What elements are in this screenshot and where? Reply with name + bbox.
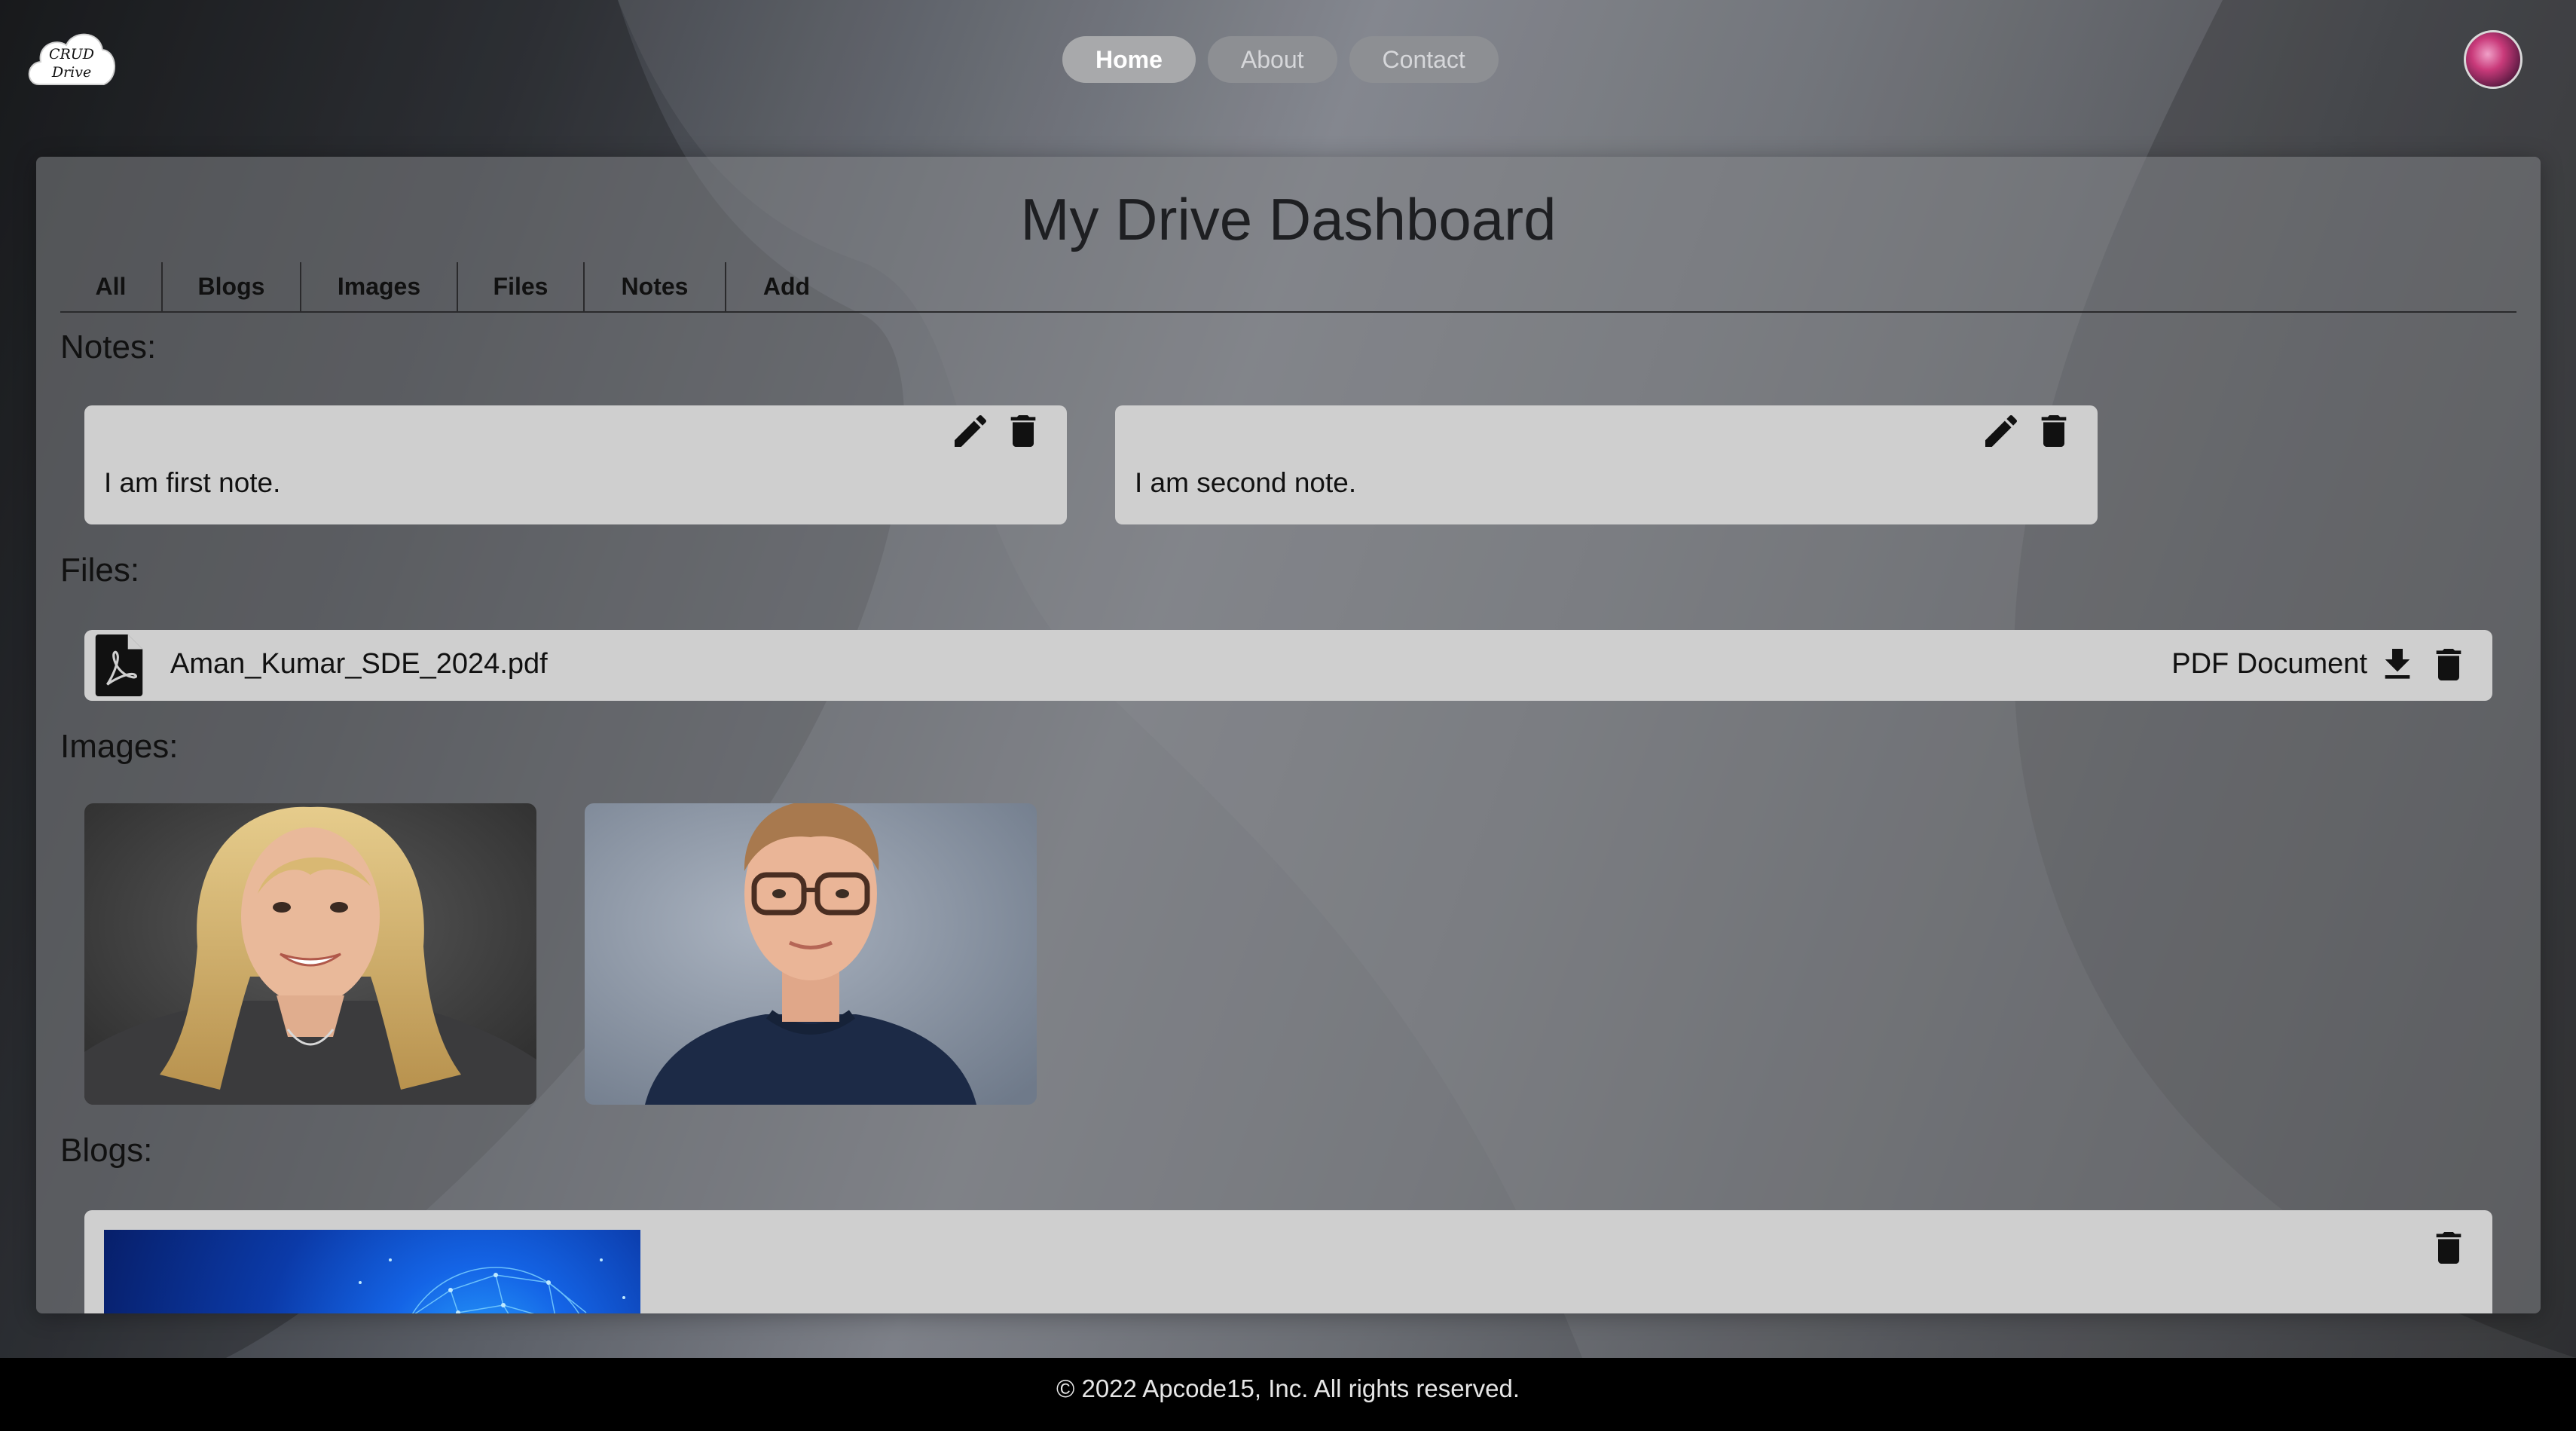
- footer-copyright: © 2022 Apcode15, Inc. All rights reserve…: [1056, 1374, 1520, 1402]
- trash-icon[interactable]: [2033, 410, 2075, 452]
- file-type: PDF Document: [2171, 648, 2367, 680]
- nav-contact-label: Contact: [1382, 45, 1465, 73]
- tab-add[interactable]: Add: [726, 262, 847, 311]
- tab-label: Images: [337, 273, 421, 300]
- note-card: I am first note.: [84, 405, 1067, 524]
- pdf-file-icon: [95, 634, 143, 696]
- svg-text:Drive: Drive: [51, 64, 91, 81]
- nav-home[interactable]: Home: [1062, 36, 1196, 83]
- svg-text:CRUD: CRUD: [49, 46, 94, 63]
- portrait-man-image[interactable]: [585, 803, 1037, 1105]
- tab-label: Files: [493, 273, 549, 300]
- tab-label: Add: [762, 273, 811, 300]
- files-section-label: Files:: [60, 552, 140, 589]
- pencil-icon[interactable]: [1980, 410, 2022, 452]
- file-name: Aman_Kumar_SDE_2024.pdf: [170, 648, 548, 680]
- tab-files[interactable]: Files: [458, 262, 585, 311]
- blogs-section-label: Blogs:: [60, 1132, 153, 1169]
- nav-about-label: About: [1240, 45, 1304, 73]
- tab-label: Blogs: [197, 273, 265, 300]
- filter-tabs: All Blogs Images Files Notes Add: [60, 262, 2516, 313]
- note-card: I am second note.: [1115, 405, 2098, 524]
- tab-blogs[interactable]: Blogs: [163, 262, 301, 311]
- main-nav: Home About Contact: [1062, 36, 1499, 83]
- images-section-label: Images:: [60, 728, 179, 765]
- trash-icon[interactable]: [2428, 644, 2470, 686]
- tab-label: All: [95, 273, 127, 300]
- crud-drive-logo[interactable]: CRUD Drive: [24, 24, 119, 92]
- tab-notes[interactable]: Notes: [585, 262, 726, 311]
- trash-icon[interactable]: [2428, 1227, 2470, 1269]
- tab-label: Notes: [621, 273, 689, 300]
- nav-home-label: Home: [1095, 45, 1163, 73]
- pencil-icon[interactable]: [949, 410, 992, 452]
- note-text: I am second note.: [1135, 467, 1357, 498]
- user-avatar[interactable]: [2464, 30, 2523, 89]
- blog-cover-image: [104, 1230, 640, 1313]
- nav-about[interactable]: About: [1207, 36, 1337, 83]
- top-navbar: CRUD Drive Home About Contact: [0, 0, 2576, 119]
- download-icon[interactable]: [2376, 644, 2419, 686]
- blog-card[interactable]: [84, 1210, 2492, 1313]
- tab-all[interactable]: All: [60, 262, 163, 311]
- trash-icon[interactable]: [1002, 410, 1044, 452]
- tab-images[interactable]: Images: [301, 262, 458, 311]
- note-text: I am first note.: [104, 467, 281, 498]
- page-title: My Drive Dashboard: [1020, 186, 1557, 252]
- notes-section-label: Notes:: [60, 329, 157, 365]
- dashboard-panel: My Drive Dashboard All Blogs Images File…: [36, 157, 2541, 1313]
- portrait-woman-image[interactable]: [84, 803, 536, 1105]
- footer: © 2022 Apcode15, Inc. All rights reserve…: [0, 1358, 2576, 1431]
- nav-contact[interactable]: Contact: [1349, 36, 1499, 83]
- file-row[interactable]: Aman_Kumar_SDE_2024.pdf PDF Document: [84, 630, 2492, 701]
